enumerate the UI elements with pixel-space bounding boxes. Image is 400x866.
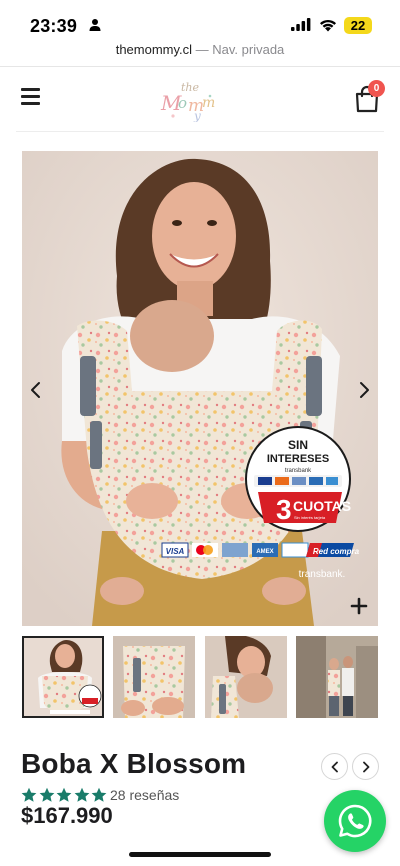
- badge-number: 3: [276, 494, 292, 525]
- transbank-label: transbank.: [299, 569, 346, 580]
- svg-text:y: y: [193, 109, 201, 122]
- amex-label: AMEX: [256, 549, 273, 555]
- person-icon: [89, 19, 101, 31]
- review-count-link[interactable]: 28 reseñas: [110, 787, 179, 803]
- thumbnail-1[interactable]: [22, 636, 104, 718]
- badge-transbank: transbank: [285, 468, 312, 474]
- svg-text:o: o: [178, 94, 187, 112]
- chevron-left-icon[interactable]: [26, 378, 46, 402]
- battery-indicator: 22: [344, 17, 372, 34]
- star-icon: [39, 787, 54, 802]
- star-icon: [91, 787, 107, 802]
- installments-badge: SIN INTERESES transbank 3 CUOTAS Sin int…: [245, 426, 351, 532]
- badge-cuotas: CUOTAS: [293, 498, 351, 514]
- star-rating[interactable]: [21, 786, 109, 804]
- product-price: $167.990: [21, 803, 113, 828]
- previous-product-button[interactable]: [321, 753, 348, 780]
- hamburger-icon: [21, 88, 40, 91]
- thumbnail-2[interactable]: [113, 636, 195, 718]
- chevron-right-icon: [363, 761, 370, 773]
- address-bar[interactable]: themommy.cl — Nav. privada: [0, 42, 400, 57]
- star-icon: [74, 787, 89, 802]
- chevron-left-icon: [331, 761, 338, 773]
- product-photo: SIN INTERESES transbank 3 CUOTAS Sin int…: [22, 151, 378, 626]
- status-bar: 23:39 22: [0, 0, 400, 40]
- product-main-image[interactable]: SIN INTERESES transbank 3 CUOTAS Sin int…: [22, 151, 378, 626]
- product-title: Boba X Blossom: [21, 748, 247, 779]
- redcompra-label: Red compra: [313, 547, 360, 556]
- whatsapp-icon: [338, 804, 372, 838]
- svg-text:m: m: [202, 95, 215, 111]
- header-divider: [16, 131, 384, 132]
- url-domain: themommy.cl: [115, 42, 193, 57]
- private-browsing-label: — Nav. privada: [195, 42, 285, 57]
- visa-label: VISA: [166, 547, 185, 556]
- thumbnail-strip: [22, 636, 378, 718]
- home-indicator: [129, 852, 271, 857]
- thumbnail-4[interactable]: [296, 636, 378, 718]
- badge-line2: INTERESES: [267, 453, 329, 465]
- cellular-signal-icon: [291, 18, 311, 31]
- thumbnail-3[interactable]: [205, 636, 287, 718]
- chevron-right-icon[interactable]: [354, 378, 374, 402]
- browser-divider: [0, 66, 400, 67]
- plus-icon[interactable]: [350, 597, 368, 615]
- status-time: 23:39: [30, 16, 78, 36]
- site-logo[interactable]: the M o m m y: [158, 76, 222, 122]
- star-icon: [56, 787, 72, 802]
- hamburger-menu-button[interactable]: [21, 88, 41, 106]
- svg-text:the: the: [181, 81, 200, 94]
- whatsapp-chat-button[interactable]: [324, 790, 386, 852]
- badge-line1: SIN: [288, 438, 308, 452]
- cart-count-badge: 0: [368, 80, 385, 97]
- next-product-button[interactable]: [352, 753, 379, 780]
- badge-note: Sin interés tarjeta: [294, 515, 326, 520]
- wifi-icon: [320, 19, 336, 32]
- star-icon: [21, 787, 37, 802]
